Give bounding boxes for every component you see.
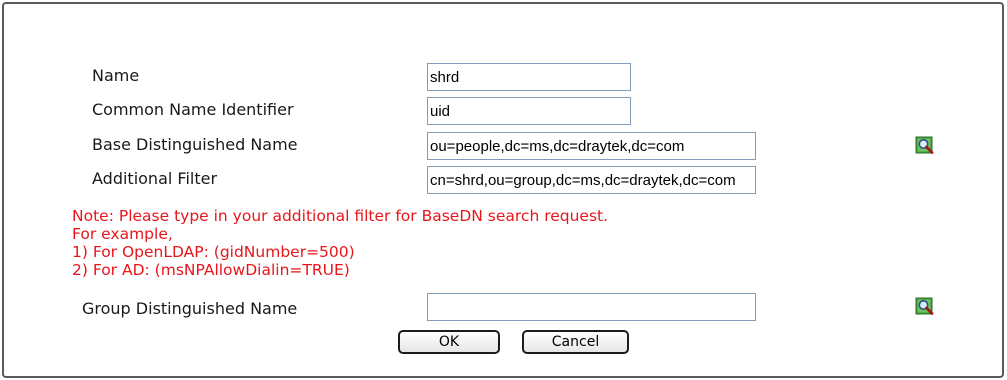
note-line: For example, [72,225,173,243]
ok-button[interactable]: OK [398,330,500,354]
additional-filter-input[interactable] [427,166,756,194]
ldap-profile-panel: Name Common Name Identifier Base Disting… [2,2,1004,378]
note-line: 2) For AD: (msNPAllowDialin=TRUE) [72,261,350,279]
name-input[interactable] [427,63,631,91]
group-distinguished-name-label: Group Distinguished Name [82,299,298,318]
additional-filter-note: Note: Please type in your additional fil… [72,207,608,279]
additional-filter-label: Additional Filter [92,169,218,188]
common-name-identifier-label: Common Name Identifier [92,100,294,119]
name-label: Name [92,66,140,85]
note-line: 1) For OpenLDAP: (gidNumber=500) [72,243,355,261]
base-distinguished-name-label: Base Distinguished Name [92,135,298,154]
note-line: Note: Please type in your additional fil… [72,207,609,225]
cancel-button[interactable]: Cancel [522,330,629,354]
search-icon[interactable] [915,135,935,155]
common-name-identifier-input[interactable] [427,97,631,125]
search-icon[interactable] [915,296,935,316]
group-distinguished-name-input[interactable] [427,293,756,321]
base-distinguished-name-input[interactable] [427,132,756,160]
